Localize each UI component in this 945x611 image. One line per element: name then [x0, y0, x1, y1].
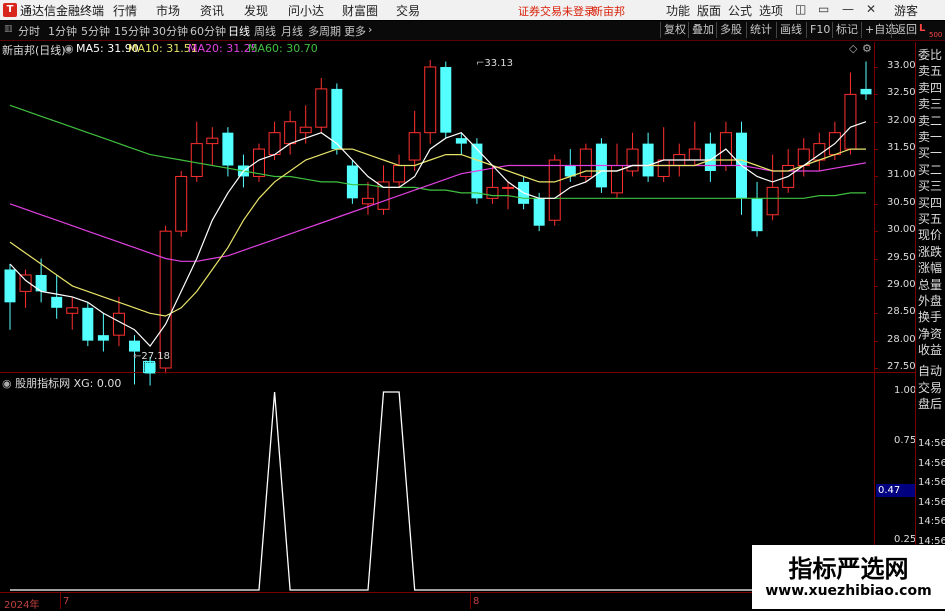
price-tick: 32.50	[887, 87, 916, 99]
quote-label: 卖三	[918, 97, 943, 112]
candle[interactable]	[424, 59, 437, 144]
candle[interactable]	[408, 110, 421, 171]
candle[interactable]	[19, 269, 32, 308]
candle[interactable]	[361, 181, 374, 215]
candle[interactable]	[35, 258, 47, 303]
candle[interactable]	[66, 296, 79, 330]
watermark-box: 指标严选网 www.xuezhibiao.com	[752, 545, 945, 609]
quote-label: 买四	[918, 195, 943, 210]
indicator-toggle-icon[interactable]: ◉	[2, 377, 12, 390]
price-tick: 31.50	[887, 142, 916, 154]
quote-label: 卖二	[918, 113, 943, 128]
x-axis-month-8: 8	[473, 596, 480, 607]
price-tick: 31.00	[887, 169, 916, 181]
candle[interactable]	[377, 165, 390, 215]
x-tick-8	[470, 593, 471, 609]
quote-label: 买三	[918, 179, 943, 194]
quote-label: 换手	[918, 310, 943, 325]
candle[interactable]	[190, 121, 203, 182]
price-tick: 30.50	[887, 196, 916, 208]
candle[interactable]	[206, 127, 219, 166]
panel-corner-500: 500	[929, 31, 943, 39]
trade-time: 14:56	[918, 438, 945, 449]
indicator-value: XG: 0.00	[73, 377, 122, 390]
quote-label: 净资	[918, 326, 943, 341]
quote-label: 买五	[918, 212, 943, 226]
candle[interactable]	[844, 72, 857, 155]
indicator-tick: 0.75	[894, 434, 917, 446]
indicator-tick: 0.25	[894, 533, 917, 545]
unlock-marker[interactable]: 解	[143, 361, 155, 373]
quote-label: 现价	[918, 228, 943, 243]
watermark-title: 指标严选网	[788, 555, 909, 583]
price-tick: 33.00	[887, 60, 916, 71]
candle[interactable]	[657, 127, 670, 182]
quote-label: 卖一	[918, 130, 943, 144]
price-chart[interactable]	[0, 0, 945, 609]
candle[interactable]	[440, 61, 452, 139]
candle[interactable]	[284, 110, 297, 155]
indicator-tick: 1.00	[894, 385, 917, 396]
trade-time: 14:56	[918, 516, 945, 527]
price-tick: 30.00	[887, 224, 916, 236]
quote-label: 卖四	[918, 80, 943, 95]
xg-line	[10, 391, 866, 591]
pane-separator	[0, 372, 915, 373]
indicator-name: 股朋指标网	[15, 377, 71, 390]
panel-corner-l: L	[919, 23, 926, 34]
candle[interactable]	[82, 302, 94, 347]
trade-time: 14:56	[918, 477, 945, 488]
y-axis-line	[874, 42, 875, 592]
quote-label: 总量	[918, 277, 943, 292]
quote-label: 交易	[918, 380, 943, 395]
quote-label: 自动	[918, 364, 943, 379]
quote-label: 委比	[918, 48, 943, 62]
quote-label: 盘后	[918, 397, 943, 411]
quote-label: 外盘	[918, 294, 943, 308]
quote-label: 涨幅	[918, 261, 943, 276]
price-tick: 27.50	[887, 361, 916, 372]
price-tick: 29.50	[887, 251, 916, 263]
candle[interactable]	[751, 181, 763, 237]
candle[interactable]	[346, 160, 358, 204]
high-label: ⌐33.13	[476, 58, 514, 69]
candle[interactable]	[626, 132, 639, 177]
candle[interactable]	[51, 274, 63, 319]
quote-label: 卖五	[918, 64, 943, 79]
candle[interactable]	[688, 121, 701, 166]
candle[interactable]	[4, 264, 16, 330]
x-axis-month-7: 7	[63, 596, 70, 607]
quote-label: 收益	[918, 343, 943, 358]
quote-label: 买二	[918, 162, 943, 177]
watermark-url: www.xuezhibiao.com	[765, 583, 932, 599]
candle[interactable]	[315, 77, 328, 133]
x-tick-7	[60, 593, 61, 609]
quote-label: 买一	[918, 146, 943, 161]
trade-time: 14:56	[918, 457, 945, 469]
candle[interactable]	[642, 132, 654, 182]
candle[interactable]	[860, 61, 872, 100]
price-tick: 28.50	[887, 306, 916, 318]
candle[interactable]	[97, 313, 109, 352]
indicator-header: ◉ 股朋指标网 XG: 0.00	[2, 375, 121, 391]
price-tick: 29.00	[887, 278, 916, 290]
quote-label: 涨跌	[918, 244, 943, 259]
trade-time: 14:56	[918, 496, 945, 508]
candle[interactable]	[486, 165, 499, 204]
price-tick: 32.00	[887, 114, 916, 126]
price-tick: 28.00	[887, 333, 916, 345]
candle[interactable]	[579, 143, 592, 182]
indicator-current-value: 0.47	[876, 484, 916, 497]
candle[interactable]	[393, 154, 406, 188]
candle[interactable]	[175, 170, 188, 237]
candle[interactable]	[719, 121, 732, 171]
candle[interactable]	[766, 154, 779, 221]
